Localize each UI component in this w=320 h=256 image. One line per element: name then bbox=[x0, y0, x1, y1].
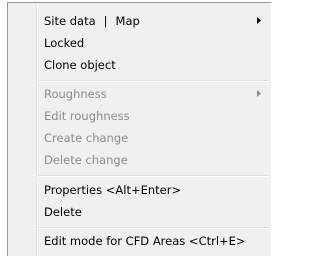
pipe-separator: | bbox=[103, 14, 108, 28]
menu-item-edit-mode-cfd[interactable]: Edit mode for CFD Areas <Ctrl+E> bbox=[10, 230, 269, 252]
menu-separator bbox=[38, 80, 269, 82]
menu-item-locked[interactable]: Locked bbox=[10, 32, 269, 54]
menu-item-delete-change[interactable]: Delete change bbox=[10, 149, 269, 171]
submenu-arrow-icon bbox=[257, 83, 265, 105]
menu-item-delete[interactable]: Delete bbox=[10, 201, 269, 223]
menu-item-clone-object[interactable]: Clone object bbox=[10, 54, 269, 76]
menu-item-properties[interactable]: Properties <Alt+Enter> bbox=[10, 179, 269, 201]
menu-item-locked-label: Locked bbox=[44, 36, 85, 50]
site-data-text: Site data bbox=[44, 14, 96, 28]
menu-item-delete-change-label: Delete change bbox=[44, 153, 128, 167]
menu-item-edit-roughness-label: Edit roughness bbox=[44, 109, 130, 123]
menu-item-create-change-label: Create change bbox=[44, 131, 129, 145]
menu-item-delete-label: Delete bbox=[44, 205, 82, 219]
context-menu: Site data | Map Locked Clone object Roughn… bbox=[7, 2, 271, 256]
menu-item-roughness-label: Roughness bbox=[44, 87, 107, 101]
submenu-arrow-icon bbox=[257, 10, 265, 32]
menu-item-edit-mode-cfd-label: Edit mode for CFD Areas <Ctrl+E> bbox=[44, 234, 246, 248]
menu-item-edit-roughness[interactable]: Edit roughness bbox=[10, 105, 269, 127]
menu-separator bbox=[38, 227, 269, 229]
menu-item-properties-label: Properties <Alt+Enter> bbox=[44, 183, 182, 197]
menu-separator bbox=[38, 175, 269, 177]
menu-item-clone-object-label: Clone object bbox=[44, 58, 116, 72]
menu-item-roughness[interactable]: Roughness bbox=[10, 83, 269, 105]
menu-item-site-data-map[interactable]: Site data | Map bbox=[10, 10, 269, 32]
menu-item-create-change[interactable]: Create change bbox=[10, 127, 269, 149]
map-text: Map bbox=[115, 14, 140, 28]
menu-item-site-data-map-label: Site data | Map bbox=[44, 10, 140, 32]
